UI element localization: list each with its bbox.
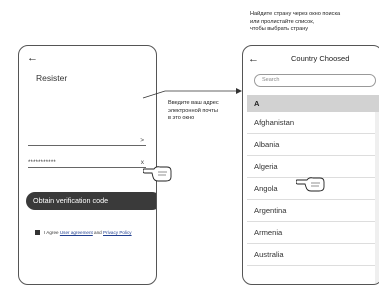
email-instruction-line-3: в это окно — [168, 115, 195, 121]
email-instruction-line-2: электронной почты — [168, 107, 218, 114]
pointing-hand-icon — [143, 166, 172, 182]
pointing-hand-icon — [296, 177, 325, 192]
email-instruction: Введите ваш адрес электронной почты в эт… — [168, 100, 219, 123]
arrow-right-icon — [142, 88, 242, 99]
email-instruction-line-1: Введите ваш адрес — [168, 100, 219, 106]
